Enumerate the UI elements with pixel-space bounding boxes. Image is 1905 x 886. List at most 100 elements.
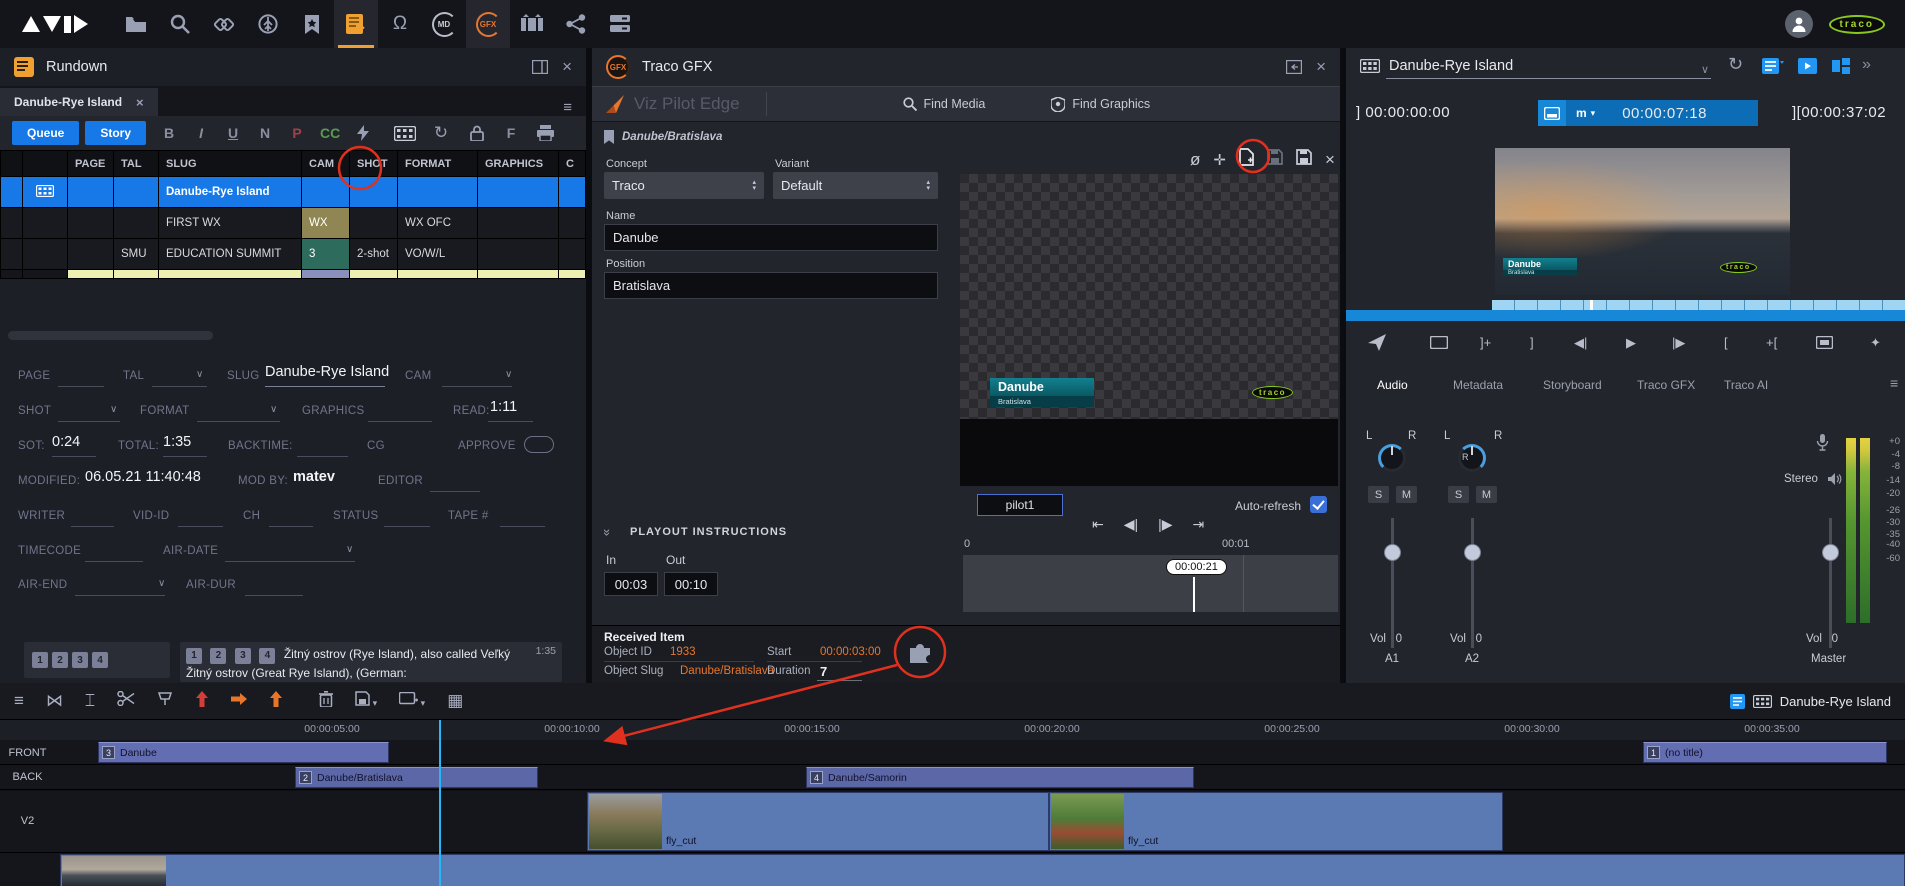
tab-traco-gfx[interactable]: Traco GFX	[1637, 378, 1695, 392]
transition-icon[interactable]: ⋈	[46, 691, 63, 711]
links-icon[interactable]	[202, 0, 246, 48]
slug-input[interactable]: Danube-Rye Island	[265, 364, 389, 380]
clip-strip[interactable]	[1492, 300, 1905, 310]
list-view-icon[interactable]	[1762, 58, 1784, 79]
step-forward-icon[interactable]: |▶	[1672, 335, 1685, 351]
video-preview[interactable]: Danube Bratislava traco	[1495, 148, 1790, 295]
speaker-icon[interactable]	[1828, 472, 1842, 490]
table-row[interactable]: SMU EDUCATION SUMMIT 3 2-shot VO/W/L	[0, 238, 586, 270]
dock-panel-icon[interactable]	[1286, 60, 1303, 74]
scrub-position-marker[interactable]	[1590, 300, 1593, 310]
normal-button[interactable]: N	[256, 125, 274, 141]
chevron-down-icon[interactable]: ∨	[505, 369, 512, 380]
timecode-input[interactable]	[85, 561, 143, 562]
chevron-down-icon[interactable]: ∨	[1701, 63, 1709, 76]
sot-value[interactable]: 0:24	[52, 434, 80, 450]
jump-start-icon[interactable]: ⇤	[1092, 516, 1104, 533]
tree-icon[interactable]	[246, 0, 290, 48]
segment-chip[interactable]: 4	[92, 652, 108, 668]
asset-selector[interactable]: Danube-Rye Island	[1360, 58, 1513, 74]
format-select[interactable]	[197, 421, 280, 422]
tal-select[interactable]	[152, 386, 207, 387]
monitor-mode-icon[interactable]	[1538, 100, 1566, 126]
segment-chip[interactable]: 3	[234, 647, 251, 664]
mark-in-icon[interactable]: [	[1724, 335, 1728, 350]
save-as-icon[interactable]	[1296, 149, 1312, 170]
segment-chip[interactable]: 1	[186, 647, 202, 664]
concept-select[interactable]: Traco ▴ ▾	[604, 172, 764, 199]
insert-edit-icon[interactable]: ⌶	[85, 691, 95, 711]
clip-no-title[interactable]: 1 (no title)	[1643, 742, 1887, 763]
systems-icon[interactable]	[598, 0, 642, 48]
tab-audio[interactable]: Audio	[1377, 378, 1408, 392]
tape-input[interactable]	[500, 526, 545, 527]
presenter-button[interactable]: P	[288, 125, 306, 141]
lock-icon[interactable]	[466, 125, 488, 141]
horizontal-scrollbar[interactable]	[8, 331, 213, 340]
clip-danube[interactable]: 3 Danube	[98, 742, 389, 763]
out-input[interactable]: 00:10	[664, 572, 718, 596]
float-button[interactable]: F	[502, 125, 520, 141]
tab-storyboard[interactable]: Storyboard	[1543, 378, 1602, 392]
chevron-down-icon[interactable]: ∨	[110, 404, 117, 415]
md-tool-icon[interactable]: MD	[422, 0, 466, 48]
jump-end-icon[interactable]: ⇥	[1193, 516, 1205, 533]
queue-button[interactable]: Queue	[12, 121, 80, 145]
find-graphics-tab[interactable]: Find Graphics	[1051, 96, 1150, 112]
timeline-scrollbar[interactable]	[1346, 310, 1905, 321]
new-item-icon[interactable]	[1239, 148, 1254, 171]
close-tab-icon[interactable]: ×	[136, 95, 144, 110]
segment-chip[interactable]: 1	[32, 652, 48, 668]
cam-select[interactable]	[442, 386, 512, 387]
chevron-down-icon[interactable]: ∨	[158, 578, 165, 589]
tab-menu-icon[interactable]: ≡	[563, 99, 586, 116]
find-media-tab[interactable]: Find Media	[902, 97, 985, 111]
extract-icon[interactable]	[231, 691, 248, 711]
goto-in-icon[interactable]: ]+	[1480, 335, 1491, 350]
volume-thumb-master[interactable]	[1822, 544, 1839, 561]
playhead-timecode-marker[interactable]: 00:00:21	[1166, 559, 1227, 575]
timeline-menu-icon[interactable]: ≡	[14, 691, 24, 711]
omega-icon[interactable]: Ω	[378, 0, 422, 48]
mark-out-goto-icon[interactable]: ]	[1530, 335, 1534, 350]
player-view-icon[interactable]	[1798, 58, 1817, 79]
overwrite-icon[interactable]	[269, 690, 283, 712]
razor-icon[interactable]	[157, 691, 173, 711]
solo-button-a1[interactable]: S	[1368, 486, 1389, 503]
backtime-input[interactable]	[297, 456, 348, 457]
gfx-scrub-area[interactable]: 00:00:21	[963, 555, 1338, 612]
step-forward-icon[interactable]: |▶	[1158, 516, 1172, 533]
chevron-down-icon[interactable]: ∨	[196, 369, 203, 380]
script-text-box[interactable]: 1:35 1 2 3 4 Žitný ostrov (Rye Island), …	[180, 642, 562, 682]
segment-chip[interactable]: 3	[72, 652, 88, 668]
tab-traco-ai[interactable]: Traco AI	[1724, 378, 1768, 392]
send-to-playback-icon[interactable]	[1368, 334, 1387, 354]
rundown-tool-icon[interactable]	[334, 0, 378, 48]
print-icon[interactable]	[534, 125, 556, 141]
bold-button[interactable]: B	[160, 125, 178, 141]
play-icon[interactable]: ▶	[1626, 335, 1636, 351]
total-value[interactable]: 1:35	[163, 434, 191, 450]
clip-fly-cut-2[interactable]: fly_cut	[1049, 792, 1503, 851]
refresh-icon[interactable]: ↻	[430, 123, 452, 143]
refresh-icon[interactable]: ↻	[1728, 54, 1743, 75]
split-view-icon[interactable]	[1832, 58, 1850, 79]
chevron-down-icon[interactable]: ▾	[1591, 108, 1596, 119]
underline-button[interactable]: U	[224, 125, 242, 141]
chevron-down-icon[interactable]: ∨	[270, 404, 277, 415]
lift-icon[interactable]	[195, 690, 209, 712]
eye-off-icon[interactable]: ø	[1190, 150, 1200, 170]
current-timecode-bar[interactable]: m ▾ 00:00:07:18	[1538, 100, 1758, 126]
variant-select[interactable]: Default ▴ ▾	[773, 172, 938, 199]
film-strip-icon[interactable]	[394, 125, 417, 141]
search-icon[interactable]	[158, 0, 202, 48]
page-input[interactable]	[58, 386, 104, 387]
tab-metadata[interactable]: Metadata	[1453, 378, 1503, 392]
graphics-input[interactable]	[368, 421, 432, 422]
scissors-icon[interactable]	[117, 690, 135, 711]
close-panel-icon[interactable]: ×	[562, 57, 572, 77]
ch-input[interactable]	[269, 526, 313, 527]
user-avatar[interactable]	[1784, 10, 1813, 38]
volume-slider-a1[interactable]	[1391, 518, 1394, 648]
story-button[interactable]: Story	[85, 121, 147, 145]
